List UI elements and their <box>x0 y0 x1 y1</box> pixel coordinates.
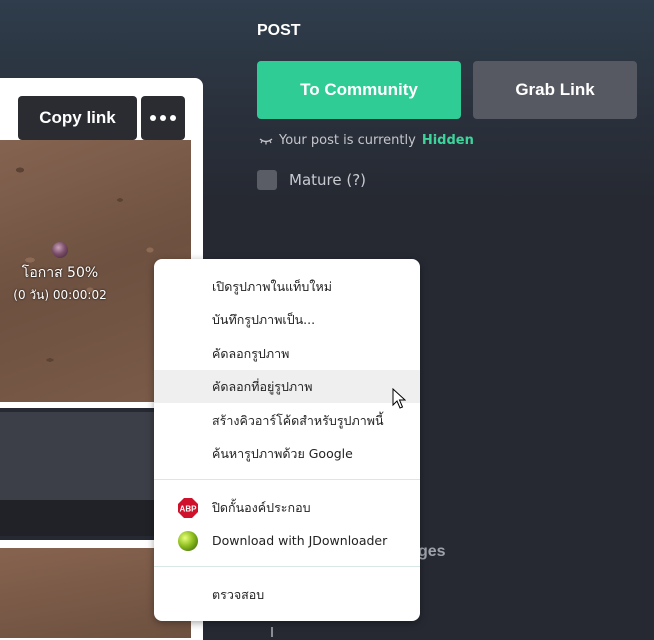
mouse-cursor-icon <box>392 388 406 409</box>
partial-heading: ges <box>418 543 446 560</box>
menu-item-download-jdownloader[interactable]: Download with JDownloader <box>154 524 420 557</box>
closed-eye-icon <box>259 137 273 144</box>
post-section-title: POST <box>257 22 301 39</box>
menu-item-create-qr-code[interactable]: สร้างคิวอาร์โค้ดสำหรับรูปภาพนี้ <box>154 404 420 437</box>
menu-item-copy-image-address[interactable]: คัดลอกที่อยู่รูปภาพ <box>154 370 420 403</box>
menu-item-block-element[interactable]: ABP ปิดกั้นองค์ประกอบ <box>154 491 420 524</box>
menu-separator <box>154 566 420 567</box>
more-options-button[interactable] <box>141 96 185 140</box>
mature-option[interactable]: Mature (?) <box>257 170 366 190</box>
menu-separator <box>154 479 420 480</box>
menu-item-copy-image[interactable]: คัดลอกรูปภาพ <box>154 337 420 370</box>
timer-label: (0 วัน) 00:00:02 <box>13 288 107 302</box>
menu-item-search-image-google[interactable]: ค้นหารูปภาพด้วย Google <box>154 437 420 470</box>
copy-link-button[interactable]: Copy link <box>18 96 137 140</box>
status-prefix: Your post is currently <box>279 133 416 148</box>
mature-label: Mature (?) <box>289 171 367 189</box>
post-visibility-status: Your post is currently Hidden <box>259 133 474 148</box>
menu-item-inspect[interactable]: ตรวจสอบ <box>154 578 420 611</box>
mature-checkbox[interactable] <box>257 170 277 190</box>
status-hidden-link[interactable]: Hidden <box>422 133 474 148</box>
svg-text:ABP: ABP <box>180 504 198 513</box>
orb-icon <box>52 242 68 258</box>
menu-item-save-image-as[interactable]: บันทึกรูปภาพเป็น... <box>154 303 420 336</box>
chance-label: โอกาส 50% <box>21 265 99 281</box>
to-community-button[interactable]: To Community <box>257 61 461 119</box>
adblock-plus-icon: ABP <box>178 497 198 518</box>
jdownloader-icon <box>178 530 198 551</box>
menu-item-open-image-new-tab[interactable]: เปิดรูปภาพในแท็บใหม่ <box>154 270 420 303</box>
grab-link-button[interactable]: Grab Link <box>473 61 637 119</box>
context-menu: เปิดรูปภาพในแท็บใหม่ บันทึกรูปภาพเป็น...… <box>154 259 420 621</box>
partial-divider <box>271 627 273 637</box>
ellipsis-icon <box>150 115 156 121</box>
